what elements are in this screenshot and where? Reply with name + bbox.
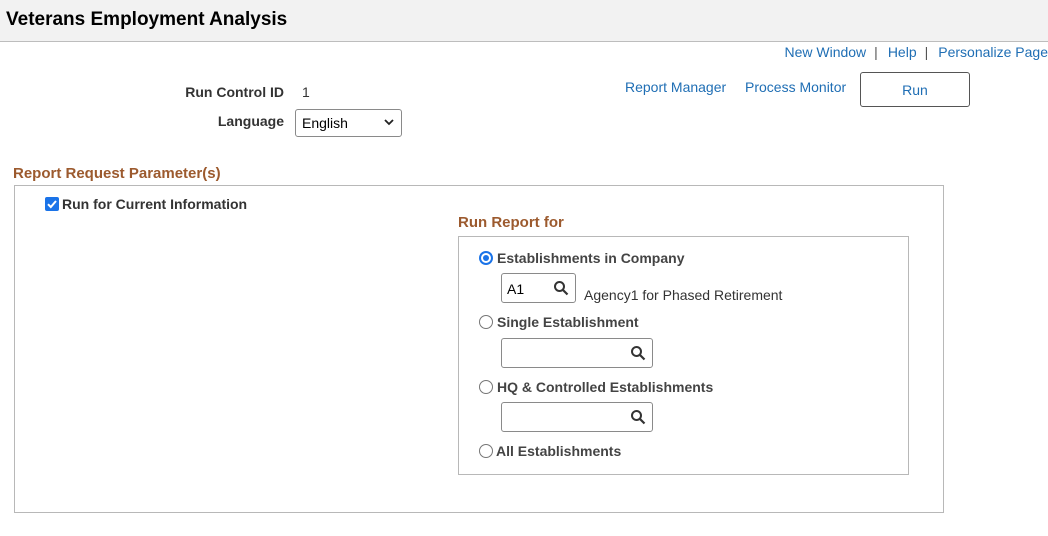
new-window-link[interactable]: New Window [784, 44, 866, 60]
page-title-bar: Veterans Employment Analysis [0, 0, 1048, 42]
checkmark-icon [47, 200, 57, 209]
top-links: New Window | Help | Personalize Page [784, 44, 1048, 60]
radio-label: Single Establishment [497, 314, 639, 330]
report-parameters-title: Report Request Parameter(s) [13, 165, 221, 182]
personalize-page-link[interactable]: Personalize Page [938, 44, 1048, 60]
language-label: Language [217, 113, 284, 129]
radio-all-establishments[interactable] [479, 444, 493, 458]
page-title: Veterans Employment Analysis [6, 9, 288, 30]
chevron-down-icon [384, 119, 394, 126]
radio-establishments-in-company[interactable] [479, 251, 493, 265]
radio-single-establishment[interactable] [479, 315, 493, 329]
single-establishment-input[interactable] [501, 338, 653, 368]
run-button[interactable]: Run [860, 72, 970, 107]
magnifier-icon[interactable] [630, 409, 646, 425]
company-lookup-value: A1 [507, 281, 525, 297]
link-separator: | [924, 44, 929, 60]
report-manager-link[interactable]: Report Manager [625, 79, 726, 95]
help-link[interactable]: Help [888, 44, 917, 60]
radio-hq-controlled-establishments[interactable] [479, 380, 493, 394]
company-lookup-input[interactable]: A1 [501, 273, 576, 303]
run-control-id-value: 1 [302, 84, 310, 100]
run-report-for-title: Run Report for [458, 214, 564, 231]
process-monitor-link[interactable]: Process Monitor [745, 79, 846, 95]
hq-establishment-input[interactable] [501, 402, 653, 432]
language-selected-value: English [302, 115, 348, 131]
radio-label: All Establishments [496, 443, 622, 459]
radio-label: Establishments in Company [497, 250, 685, 266]
magnifier-icon[interactable] [553, 280, 569, 296]
link-separator: | [874, 44, 878, 60]
current-info-label: Run for Current Information [62, 196, 248, 212]
company-description: Agency1 for Phased Retirement [584, 287, 783, 303]
current-info-checkbox[interactable] [45, 197, 59, 211]
radio-label: HQ & Controlled Establishments [497, 379, 714, 395]
run-control-id-label: Run Control ID [185, 84, 284, 100]
magnifier-icon[interactable] [630, 345, 646, 361]
language-select[interactable]: English [295, 109, 402, 137]
